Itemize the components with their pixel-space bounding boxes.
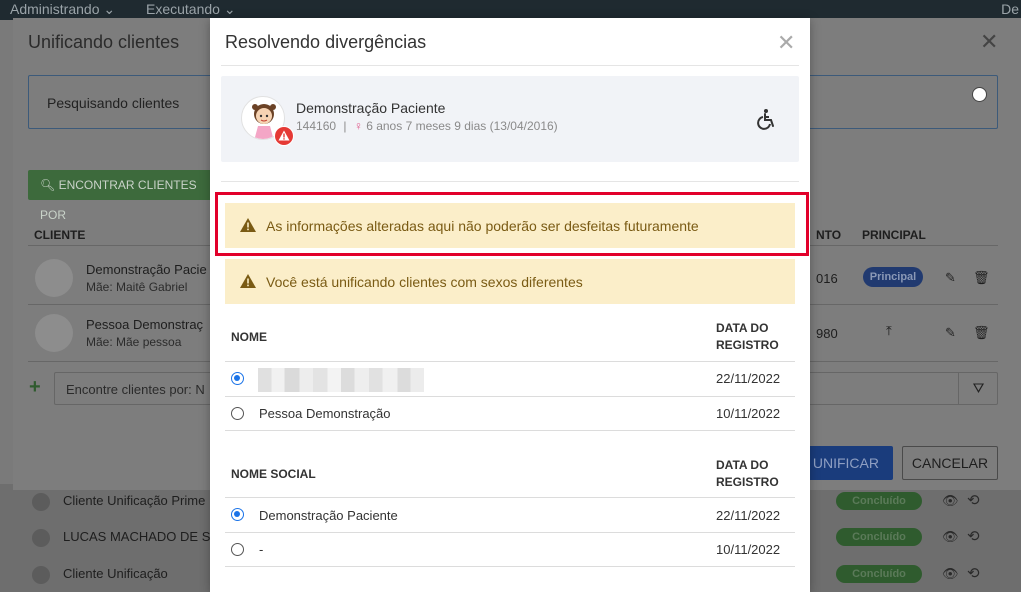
search-clients-label: Pesquisando clientes (47, 95, 180, 111)
avatar (35, 314, 73, 352)
column-header-principal: PRINCIPAL (862, 228, 926, 242)
blurred-name (258, 368, 424, 392)
undo-icon[interactable]: ⟲ (967, 491, 980, 509)
avatar (32, 566, 50, 584)
option-name: Demonstração Paciente (259, 508, 398, 523)
client-mother: Mãe: Mãe pessoa (86, 335, 182, 349)
column-header-line: DATA DO (716, 321, 769, 335)
alert-different-sex: Você está unificando clientes com sexos … (225, 259, 795, 304)
trash-icon[interactable]: 🗑︎ (973, 325, 990, 341)
divider (221, 65, 799, 66)
eye-icon[interactable]: 👁 (942, 566, 959, 582)
radio-nome-social-2[interactable] (231, 543, 244, 556)
plus-icon[interactable]: + (29, 376, 41, 399)
client-name: Pessoa Demonstraç (86, 317, 204, 332)
set-principal-icon[interactable]: ⤒ (886, 323, 892, 339)
divider (225, 566, 795, 567)
warning-icon (239, 217, 257, 236)
close-icon[interactable]: ✕ (777, 30, 795, 56)
divider (225, 430, 795, 431)
avatar (32, 493, 50, 511)
option-name: Pessoa Demonstração (259, 406, 391, 421)
radio-button[interactable] (972, 87, 987, 102)
patient-id: 144160 (296, 119, 337, 133)
find-clients-placeholder: Encontre clientes por: N (66, 382, 205, 397)
radio-nome-1[interactable] (231, 372, 244, 385)
registro-date: 10/11/2022 (716, 542, 781, 557)
registro-date: 10/11/2022 (716, 406, 781, 421)
client-name: Demonstração Pacie (86, 262, 207, 277)
client-birth-year: 016 (816, 271, 838, 286)
divider (225, 361, 795, 362)
divider (221, 181, 799, 182)
accessibility-icon (757, 108, 779, 133)
modal-title: Unificando clientes (28, 32, 180, 52)
column-header-cliente: CLIENTE (34, 228, 86, 242)
close-icon[interactable]: ✕ (980, 29, 998, 55)
patient-age: 6 anos 7 meses 9 dias (13/04/2016) (366, 119, 558, 133)
top-navbar: Administrando ⌄ Executando ⌄ De (0, 0, 1021, 20)
alert-text: As informações alteradas aqui não poderã… (266, 218, 699, 234)
modal-title: Resolvendo divergências (225, 32, 427, 52)
separator: | (343, 119, 347, 133)
edit-icon[interactable]: ✎ (945, 325, 956, 341)
client-birth-year: 980 (816, 326, 838, 341)
radio-nome-2[interactable] (231, 407, 244, 420)
divider (225, 396, 795, 397)
undo-icon[interactable]: ⟲ (967, 564, 980, 582)
list-item-name: Cliente Unificação Prime (63, 493, 206, 508)
avatar (32, 529, 50, 547)
status-badge: Concluído (836, 528, 922, 546)
radio-nome-social-1[interactable] (231, 508, 244, 521)
client-mother: Mãe: Maitê Gabriel (86, 280, 188, 294)
patient-name: Demonstração Paciente (296, 100, 446, 116)
status-badge: Concluído (836, 565, 922, 583)
column-header-nome-social: NOME SOCIAL (231, 467, 316, 481)
nav-right-item[interactable]: De (1001, 1, 1019, 17)
warning-icon (239, 273, 257, 292)
cancel-button[interactable]: CANCELAR (902, 446, 998, 480)
nav-executando[interactable]: Executando ⌄ (146, 1, 236, 18)
list-item-name: LUCAS MACHADO DE SO (63, 529, 221, 544)
trash-icon[interactable]: 🗑︎ (973, 270, 990, 286)
column-header-nome: NOME (231, 330, 267, 344)
filter-icon[interactable]: ⛛ (958, 373, 998, 404)
female-icon: ♀ (353, 119, 363, 133)
column-header-data-registro: DATA DO REGISTRO (716, 320, 779, 354)
column-header-nascimento: NTO (816, 228, 842, 242)
divider (225, 532, 795, 533)
eye-icon[interactable]: 👁 (942, 493, 959, 509)
patient-card: Demonstração Paciente 144160 | ♀ 6 anos … (221, 76, 799, 162)
column-header-data-registro: DATA DO REGISTRO (716, 457, 779, 491)
principal-badge: Principal (863, 267, 923, 287)
alert-text: Você está unificando clientes com sexos … (266, 274, 583, 290)
warning-icon (274, 126, 294, 146)
search-icon: 🔍︎ (40, 178, 56, 192)
registro-date: 22/11/2022 (716, 371, 781, 386)
list-item-name: Cliente Unificação (63, 566, 168, 581)
column-header-line: REGISTRO (716, 475, 779, 489)
nav-administrando[interactable]: Administrando ⌄ (10, 1, 115, 18)
column-header-line: DATA DO (716, 458, 769, 472)
patient-info: 144160 | ♀ 6 anos 7 meses 9 dias (13/04/… (296, 119, 558, 133)
edit-icon[interactable]: ✎ (945, 270, 956, 286)
registro-date: 22/11/2022 (716, 508, 781, 523)
avatar (35, 259, 73, 297)
alert-irreversible: As informações alteradas aqui não poderã… (225, 203, 795, 248)
find-clients-label: ENCONTRAR CLIENTES POR (40, 178, 197, 222)
eye-icon[interactable]: 👁 (942, 529, 959, 545)
option-name: - (259, 542, 264, 557)
divider (225, 497, 795, 498)
find-clients-button[interactable]: 🔍︎ ENCONTRAR CLIENTES POR (28, 170, 218, 222)
status-badge: Concluído (836, 492, 922, 510)
column-header-line: REGISTRO (716, 338, 779, 352)
undo-icon[interactable]: ⟲ (967, 527, 980, 545)
resolve-divergences-modal: Resolvendo divergências ✕ Demonstração P… (210, 18, 810, 592)
